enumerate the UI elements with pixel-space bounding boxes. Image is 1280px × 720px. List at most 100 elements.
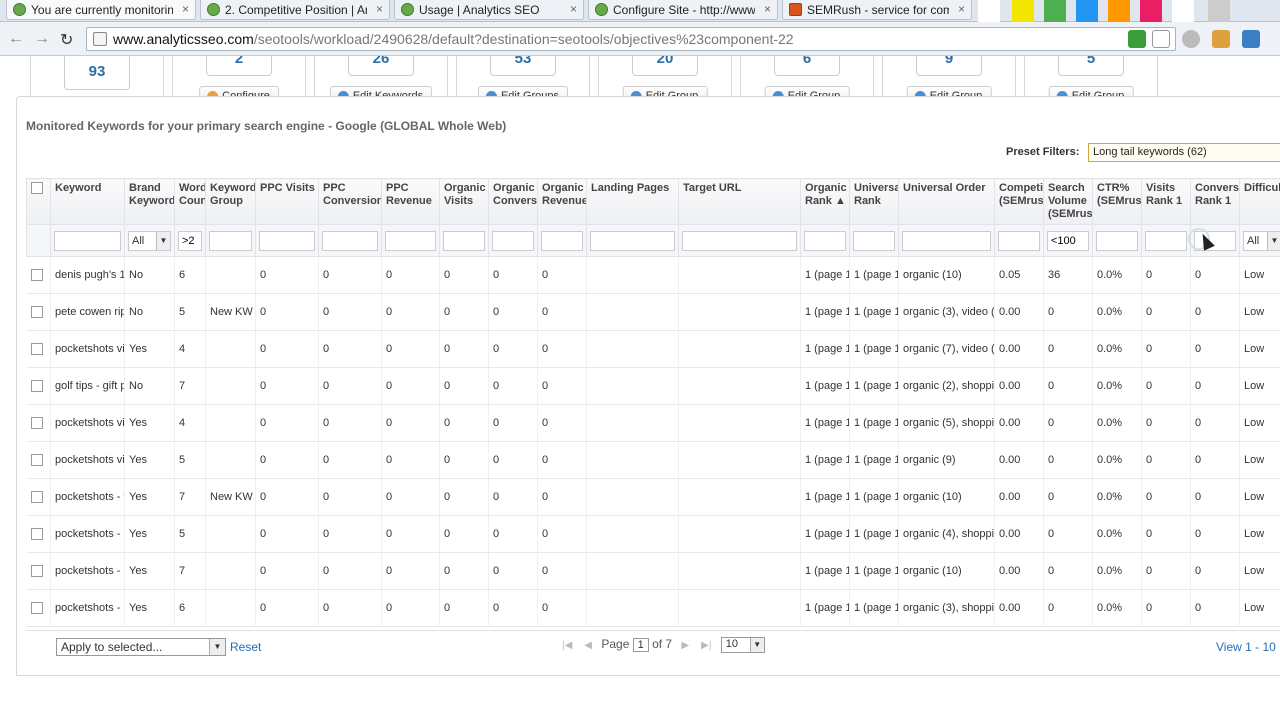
column-header[interactable]: Organic Conversions xyxy=(488,178,538,225)
address-bar[interactable]: www.analyticsseo.com/seotools/workload/2… xyxy=(86,27,1176,51)
table-row[interactable]: pocketshots - sYes60000001 (page 1)1 (pa… xyxy=(26,589,1280,627)
row-checkbox-cell[interactable] xyxy=(26,589,51,627)
row-checkbox-cell[interactable] xyxy=(26,256,51,294)
select-all-checkbox[interactable] xyxy=(31,182,43,195)
filter-input[interactable] xyxy=(682,230,797,251)
prev-page-icon[interactable]: ◀ xyxy=(584,640,592,651)
filter-select[interactable]: All ▼ xyxy=(1243,230,1280,251)
page-size-select[interactable]: 10 ▼ xyxy=(720,637,765,653)
column-header[interactable]: PPC Visits xyxy=(255,178,319,225)
select-all-header[interactable] xyxy=(26,178,51,225)
table-link-cell[interactable]: 1 (page 1) xyxy=(800,589,850,627)
filter-input[interactable] xyxy=(1047,230,1089,251)
row-checkbox[interactable] xyxy=(30,491,43,504)
table-row[interactable]: pocketshots - sYes70000001 (page 1)1 (pa… xyxy=(26,552,1280,590)
bookmark-star-icon[interactable] xyxy=(1152,30,1170,48)
extension-icon[interactable] xyxy=(1128,30,1146,48)
close-icon[interactable]: × xyxy=(376,2,383,16)
table-link-cell[interactable]: 1 (page 1) xyxy=(849,478,899,516)
column-header[interactable]: Organic Visits xyxy=(439,178,489,225)
table-link-cell[interactable]: 1 (page 1) xyxy=(800,293,850,331)
bookmark-color-swatch[interactable] xyxy=(1012,0,1034,22)
table-link-cell[interactable]: 1 (page 1) xyxy=(849,293,899,331)
bookmark-color-swatch[interactable] xyxy=(1208,0,1230,22)
column-header[interactable]: Conversions Rank 1 xyxy=(1190,178,1240,225)
browser-tab[interactable]: You are currently monitorin × xyxy=(6,0,196,20)
column-header[interactable]: Organic Rank ▲ xyxy=(800,178,850,225)
filter-input[interactable] xyxy=(492,230,534,251)
table-link-cell[interactable]: 1 (page 1) xyxy=(800,404,850,442)
column-header[interactable]: Organic Revenue xyxy=(537,178,587,225)
table-link-cell[interactable]: 1 (page 1) xyxy=(800,478,850,516)
table-link-cell[interactable]: 1 (page 1) xyxy=(849,404,899,442)
row-checkbox-cell[interactable] xyxy=(26,441,51,479)
column-header[interactable]: Keyword Group xyxy=(205,178,256,225)
extension-icon[interactable] xyxy=(1212,30,1230,48)
back-button[interactable]: ← xyxy=(8,30,24,48)
table-row[interactable]: denis pugh's 10No60000001 (page 1)1 (pag… xyxy=(26,256,1280,294)
last-page-icon[interactable]: ▶| xyxy=(701,640,711,651)
table-row[interactable]: pocketshots viYes40000001 (page 1)1 (pag… xyxy=(26,330,1280,368)
column-header[interactable]: Universal Rank xyxy=(849,178,899,225)
filter-input[interactable] xyxy=(385,230,436,251)
row-checkbox[interactable] xyxy=(30,602,43,615)
table-link-cell[interactable]: organic (10) xyxy=(898,256,995,294)
table-link-cell[interactable]: 1 (page 1) xyxy=(800,330,850,368)
column-header[interactable]: PPC Conversions xyxy=(318,178,382,225)
column-header[interactable]: PPC Revenue xyxy=(381,178,440,225)
filter-input[interactable] xyxy=(804,230,846,251)
column-header[interactable]: Competition (SEMrush) xyxy=(994,178,1044,225)
column-header[interactable]: Visits Rank 1 xyxy=(1141,178,1191,225)
table-link-cell[interactable]: organic (3), shoppin xyxy=(898,589,995,627)
table-row[interactable]: pete cowen ripNo5New KW Group0000001 (pa… xyxy=(26,293,1280,331)
filter-input[interactable] xyxy=(998,230,1040,251)
browser-tab[interactable]: Usage | Analytics SEO × xyxy=(394,0,584,20)
close-icon[interactable]: × xyxy=(570,2,577,16)
table-row[interactable]: pocketshots viYes40000001 (page 1)1 (pag… xyxy=(26,404,1280,442)
row-checkbox[interactable] xyxy=(30,454,43,467)
row-checkbox[interactable] xyxy=(30,380,43,393)
column-header[interactable]: Target URL xyxy=(678,178,801,225)
table-link-cell[interactable]: organic (10) xyxy=(898,478,995,516)
row-checkbox[interactable] xyxy=(30,343,43,356)
bookmark-color-swatch[interactable] xyxy=(1140,0,1162,22)
table-link-cell[interactable]: 1 (page 1) xyxy=(849,589,899,627)
table-link-cell[interactable]: 1 (page 1) xyxy=(849,256,899,294)
filter-input[interactable] xyxy=(259,230,315,251)
row-checkbox[interactable] xyxy=(30,269,43,282)
next-page-icon[interactable]: ▶ xyxy=(681,640,689,651)
row-checkbox-cell[interactable] xyxy=(26,293,51,331)
column-header[interactable]: Landing Pages xyxy=(586,178,679,225)
row-checkbox[interactable] xyxy=(30,565,43,578)
filter-input[interactable] xyxy=(853,230,895,251)
column-header[interactable]: Difficulty xyxy=(1239,178,1280,225)
table-link-cell[interactable]: 1 (page 1) xyxy=(800,256,850,294)
row-checkbox[interactable] xyxy=(30,306,43,319)
table-link-cell[interactable]: 1 (page 1) xyxy=(800,441,850,479)
column-header[interactable]: CTR% (SEMrush) xyxy=(1092,178,1142,225)
bookmark-color-swatch[interactable] xyxy=(1108,0,1130,22)
browser-tab[interactable]: Configure Site - http://www × xyxy=(588,0,778,20)
extension-icon[interactable] xyxy=(1242,30,1260,48)
row-checkbox-cell[interactable] xyxy=(26,330,51,368)
filter-input[interactable] xyxy=(1145,230,1187,251)
table-link-cell[interactable]: 1 (page 1) xyxy=(849,515,899,553)
row-checkbox-cell[interactable] xyxy=(26,404,51,442)
column-header[interactable]: Brand Keyword xyxy=(124,178,175,225)
table-link-cell[interactable]: 1 (page 1) xyxy=(800,552,850,590)
reload-button[interactable]: ↻ xyxy=(60,30,73,50)
table-link-cell[interactable]: 1 (page 1) xyxy=(849,552,899,590)
filter-input[interactable] xyxy=(209,230,252,251)
row-checkbox-cell[interactable] xyxy=(26,367,51,405)
filter-input[interactable] xyxy=(541,230,583,251)
column-header[interactable]: Word Count xyxy=(174,178,206,225)
bookmark-color-swatch[interactable] xyxy=(1172,0,1194,22)
table-row[interactable]: pocketshots - fYes7New KW Group0000001 (… xyxy=(26,478,1280,516)
filter-input[interactable] xyxy=(1096,230,1138,251)
table-link-cell[interactable]: 1 (page 1) xyxy=(800,515,850,553)
table-row[interactable]: pocketshots - sYes50000001 (page 1)1 (pa… xyxy=(26,515,1280,553)
table-link-cell[interactable]: 1 (page 1) xyxy=(849,441,899,479)
browser-tab[interactable]: SEMRush - service for comp × xyxy=(782,0,972,20)
filter-input[interactable] xyxy=(590,230,675,251)
apply-to-selected-select[interactable]: Apply to selected... ▼ xyxy=(56,638,226,656)
